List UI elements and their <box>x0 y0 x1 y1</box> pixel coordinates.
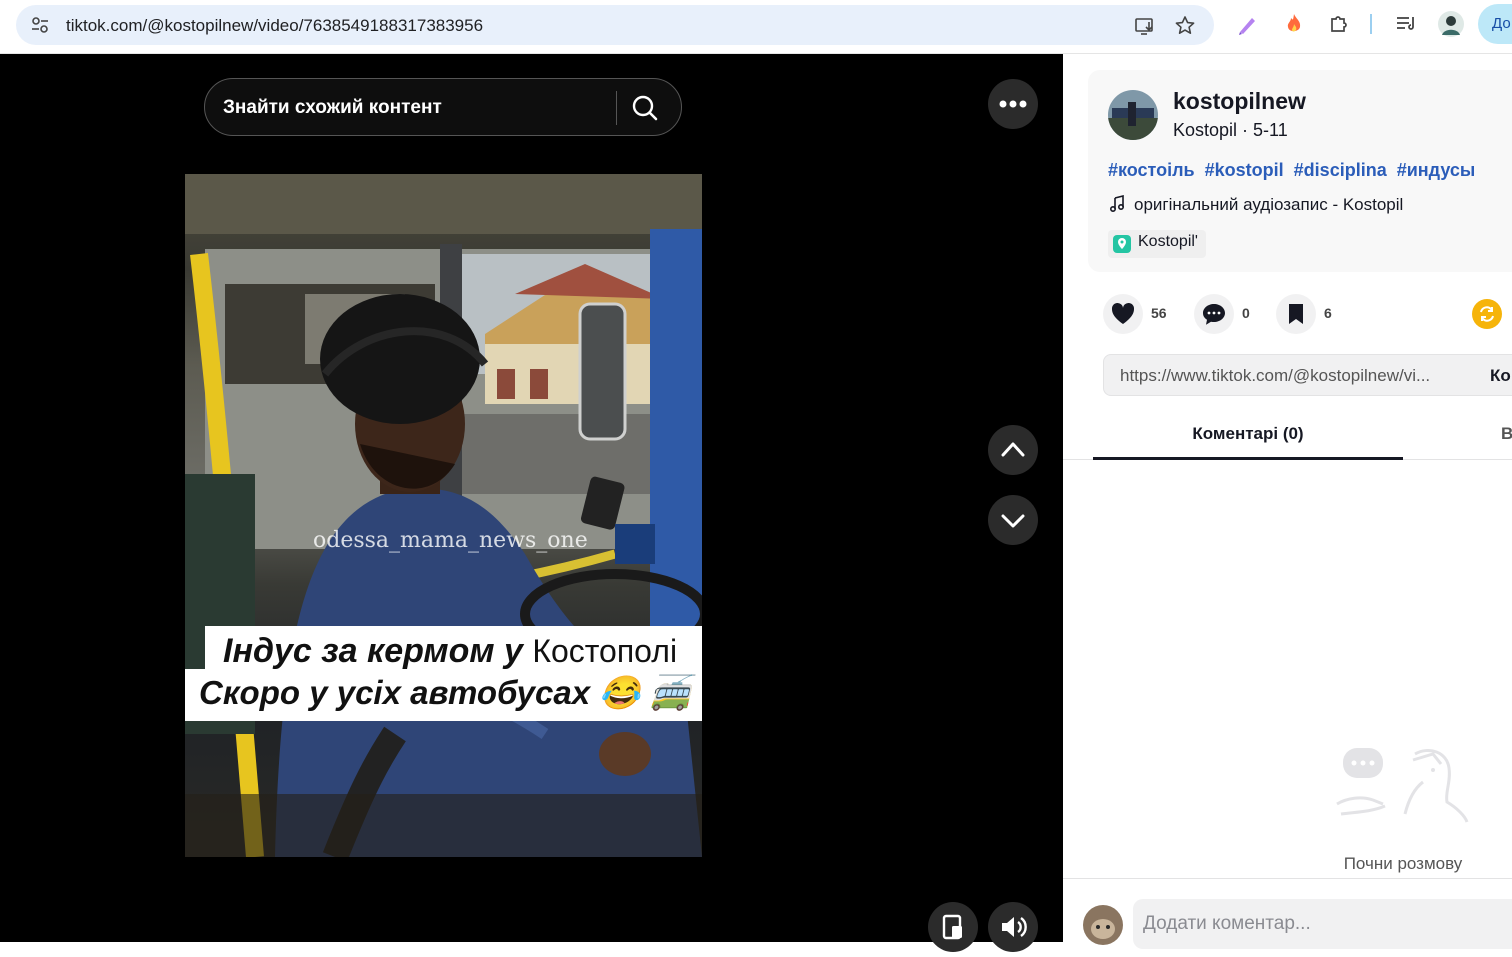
copy-link-button[interactable]: Ко <box>1490 366 1511 386</box>
location-label: Kostopil' <box>1138 233 1198 250</box>
location-pin-icon <box>1113 235 1131 253</box>
empty-comments-text: Почни розмову <box>1343 854 1463 873</box>
comment-button[interactable] <box>1194 294 1234 334</box>
hashtag-link[interactable]: #kostopil <box>1205 160 1284 180</box>
profile-button[interactable]: До <box>1478 4 1512 44</box>
search-divider <box>616 91 617 125</box>
caption-line-1: Індус за кермом у Костополі <box>223 632 677 671</box>
caption-line-1-plain: Костополі <box>532 633 678 669</box>
site-info-icon[interactable] <box>30 15 50 35</box>
more-options-button[interactable] <box>988 79 1038 129</box>
search-input[interactable] <box>223 93 603 123</box>
music-row[interactable]: оригінальний аудіозапис - Kostopil <box>1108 194 1404 215</box>
chevron-up-icon <box>1001 442 1025 457</box>
reading-list-icon[interactable] <box>1394 12 1418 36</box>
caption-line-1-bold: Індус за кермом у <box>223 632 533 670</box>
video-frame[interactable]: odessa_mama_news_one Індус за кермом у К… <box>185 174 702 857</box>
video-frame-image <box>185 174 702 857</box>
repost-button[interactable] <box>1472 299 1502 329</box>
profile-label: До <box>1492 15 1511 32</box>
save-button[interactable] <box>1276 294 1316 334</box>
comment-bubble-icon <box>1203 304 1225 325</box>
url-text[interactable]: tiktok.com/@kostopilnew/video/7638549188… <box>66 16 483 36</box>
side-panel: kostopilnew Kostopil · 5-11 #костоіль #k… <box>1063 54 1512 949</box>
floating-player-button[interactable] <box>928 902 978 952</box>
bookmark-icon <box>1289 304 1303 324</box>
floating-player-icon <box>942 914 962 940</box>
install-app-icon[interactable] <box>1134 15 1156 37</box>
empty-comments-illustration <box>1336 748 1469 823</box>
hashtag-link[interactable]: #индусы <box>1397 160 1476 180</box>
author-username[interactable]: kostopilnew <box>1173 88 1306 115</box>
puzzle-extensions-icon[interactable] <box>1327 12 1351 36</box>
bookmark-star-icon[interactable] <box>1174 15 1196 37</box>
comment-bar <box>1063 878 1512 949</box>
music-label: оригінальний аудіозапис - Kostopil <box>1134 195 1404 214</box>
similar-content-search <box>204 78 682 136</box>
pen-extension-icon[interactable] <box>1236 12 1260 36</box>
heart-icon <box>1111 302 1135 324</box>
author-subtitle: Kostopil · 5-11 <box>1173 120 1288 140</box>
location-chip[interactable]: Kostopil' <box>1108 230 1206 258</box>
save-count: 6 <box>1324 305 1332 321</box>
next-video-button[interactable] <box>988 495 1038 545</box>
profile-avatar-icon[interactable] <box>1438 11 1464 37</box>
browser-toolbar: tiktok.com/@kostopilnew/video/7638549188… <box>0 0 1512 54</box>
hashtag-link[interactable]: #костоіль <box>1108 160 1195 180</box>
search-icon[interactable] <box>629 92 661 124</box>
video-watermark: odessa_mama_news_one <box>313 528 588 553</box>
caption-line-2: Скоро у усіх автобусах 😂 🚎 <box>199 674 691 711</box>
my-avatar <box>1083 905 1123 945</box>
share-link-text[interactable]: https://www.tiktok.com/@kostopilnew/vi..… <box>1120 366 1430 386</box>
volume-icon <box>1002 917 1027 937</box>
my-avatar-image <box>1083 905 1123 945</box>
chevron-down-icon <box>1001 514 1025 528</box>
repost-icon <box>1480 306 1494 322</box>
comment-count: 0 <box>1242 305 1250 321</box>
music-note-icon <box>1109 194 1125 213</box>
more-options-icon <box>999 100 1027 108</box>
author-avatar-image <box>1108 90 1158 140</box>
like-button[interactable] <box>1103 294 1143 334</box>
hashtag-list: #костоіль #kostopil #disciplina #индусы <box>1108 160 1480 181</box>
like-count: 56 <box>1151 305 1167 321</box>
previous-video-button[interactable] <box>988 425 1038 475</box>
tab-related[interactable]: В <box>1501 424 1512 444</box>
fire-extension-icon[interactable] <box>1282 12 1306 36</box>
video-player-area: odessa_mama_news_one Індус за кермом у К… <box>0 54 1063 952</box>
comments-tabs: Коментарі (0) В <box>1063 410 1512 460</box>
address-bar[interactable]: tiktok.com/@kostopilnew/video/7638549188… <box>16 5 1214 45</box>
post-info-card: kostopilnew Kostopil · 5-11 #костоіль #k… <box>1088 70 1512 272</box>
tab-comments[interactable]: Коментарі (0) <box>1093 410 1403 460</box>
author-avatar[interactable] <box>1108 90 1158 140</box>
hashtag-link[interactable]: #disciplina <box>1294 160 1387 180</box>
toolbar-divider <box>1370 14 1372 34</box>
volume-button[interactable] <box>988 902 1038 952</box>
share-link-box: https://www.tiktok.com/@kostopilnew/vi..… <box>1103 354 1512 396</box>
